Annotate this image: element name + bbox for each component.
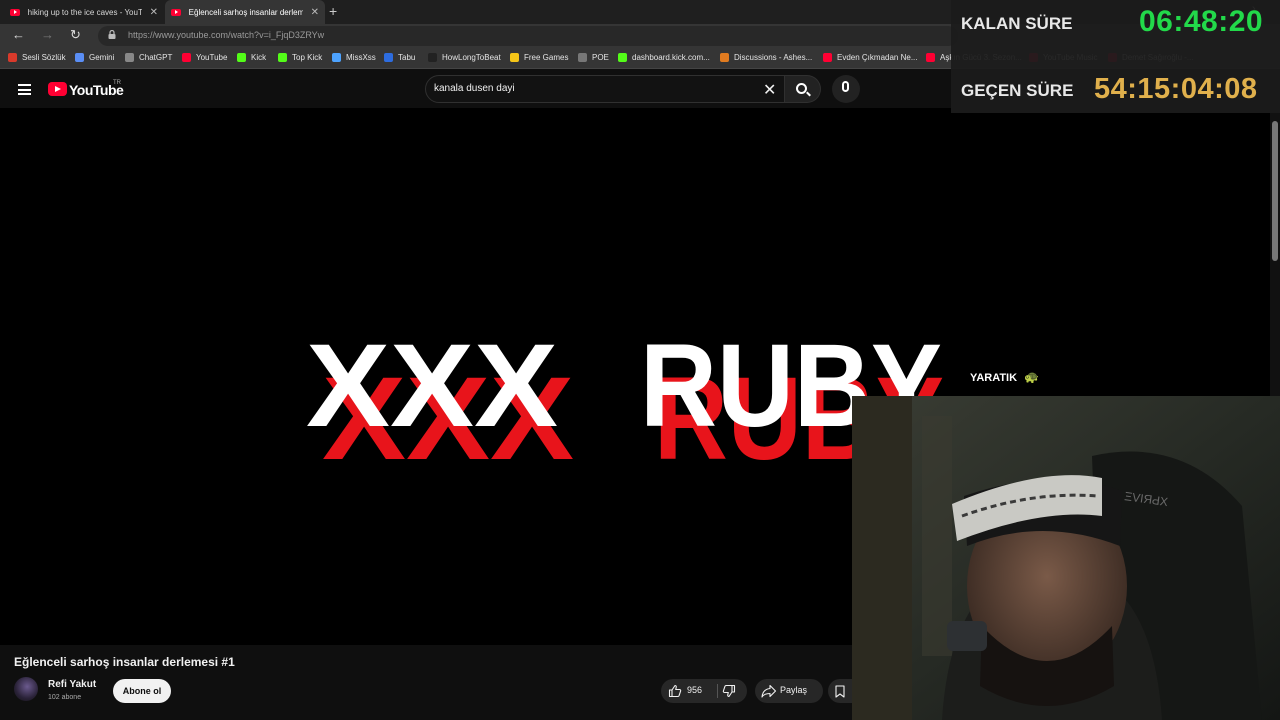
bookmark-label: Kick	[251, 53, 267, 62]
close-tab-icon[interactable]: ✕	[311, 7, 319, 18]
bookmark-label: HowLongToBeat	[442, 53, 501, 62]
bookmark-favicon-icon	[428, 53, 437, 62]
voice-search-button[interactable]	[832, 75, 860, 103]
browser-tab-active[interactable]: Eğlenceli sarhoş insanlar derlemesi #1 -…	[165, 0, 325, 24]
country-code: TR	[113, 80, 121, 86]
share-arrow-icon	[761, 684, 777, 698]
bookmark-label: Tabu	[398, 53, 416, 62]
remaining-time-label: KALAN SÜRE	[961, 14, 1073, 33]
bookmark-item[interactable]: Evden Çıkmadan Ne...	[823, 53, 917, 62]
subscribe-button[interactable]: Abone ol	[113, 679, 171, 703]
bookmark-label: Top Kick	[292, 53, 323, 62]
bookmark-label: MissXss	[346, 53, 376, 62]
bookmark-item[interactable]: Discussions - Ashes...	[720, 53, 812, 62]
bookmark-favicon-icon	[926, 53, 935, 62]
tab-title: hiking up to the ice caves - YouTube	[27, 7, 142, 17]
webcam-feed: ΞVIЯԀX	[852, 396, 1280, 720]
like-divider	[717, 684, 718, 698]
channel-name[interactable]: Refi Yakut	[48, 679, 96, 690]
bookmark-item[interactable]: dashboard.kick.com...	[618, 53, 710, 62]
elapsed-time-value: 54:15:04:08	[1094, 73, 1258, 105]
doorframe	[852, 396, 912, 720]
microphone-icon	[842, 81, 849, 92]
share-label: Paylaş	[780, 685, 808, 695]
video-info-panel: Eğlenceli sarhoş insanlar derlemesi #1 R…	[0, 645, 852, 720]
bookmark-favicon-icon	[182, 53, 191, 62]
lock-icon	[108, 30, 116, 39]
url-text: https://www.youtube.com/watch?v=i_FjqD3Z…	[128, 30, 325, 40]
thumbs-down-icon[interactable]	[722, 684, 736, 698]
bookmark-favicon-icon	[237, 53, 246, 62]
bookmark-item[interactable]: YouTube	[182, 53, 227, 62]
browser-tab[interactable]: hiking up to the ice caves - YouTube ✕	[4, 0, 164, 24]
channel-avatar[interactable]	[14, 677, 38, 701]
bookmark-item[interactable]: Kick	[237, 53, 266, 62]
search-icon	[796, 83, 807, 94]
bookmark-favicon-icon	[720, 53, 729, 62]
bookmark-favicon-icon	[8, 53, 17, 62]
bookmark-item[interactable]: Tabu	[384, 53, 415, 62]
bookmark-label: ChatGPT	[139, 53, 173, 62]
bookmark-favicon-icon	[823, 53, 832, 62]
share-button[interactable]: Paylaş	[755, 679, 823, 703]
elapsed-time-label: GEÇEN SÜRE	[961, 81, 1074, 100]
bookmark-favicon-icon	[510, 53, 519, 62]
close-tab-icon[interactable]: ✕	[150, 7, 158, 18]
new-tab-button[interactable]: +	[329, 3, 337, 19]
subscriber-count: 102 abone	[48, 694, 82, 701]
youtube-logo-icon[interactable]	[48, 82, 67, 96]
bookmark-favicon-icon	[332, 53, 341, 62]
address-bar[interactable]: https://www.youtube.com/watch?v=i_FjqD3Z…	[98, 26, 958, 46]
bookmark-label: Evden Çıkmadan Ne...	[837, 53, 918, 62]
forward-arrow-icon[interactable]: →	[41, 27, 54, 42]
bookmark-item[interactable]: HowLongToBeat	[428, 53, 501, 62]
bookmark-item[interactable]: Sesli Sözlük	[8, 53, 66, 62]
bookmark-label: Sesli Sözlük	[22, 53, 66, 62]
bookmark-icon	[835, 685, 845, 698]
thumbs-up-icon[interactable]	[668, 684, 682, 698]
back-arrow-icon[interactable]: ←	[12, 27, 25, 42]
bookmark-label: dashboard.kick.com...	[632, 53, 710, 62]
save-button[interactable]	[828, 679, 852, 703]
scrollbar-thumb[interactable]	[1272, 121, 1278, 261]
streamer-tag: YARATIK	[970, 372, 1018, 384]
bookmark-favicon-icon	[578, 53, 587, 62]
microphone-icon	[947, 621, 987, 651]
youtube-favicon-icon	[171, 8, 181, 16]
search-button[interactable]	[785, 75, 821, 103]
bookmark-item[interactable]: ChatGPT	[125, 53, 172, 62]
search-input[interactable]	[434, 83, 754, 94]
tab-title: Eğlenceli sarhoş insanlar derlemesi #1 -…	[188, 7, 303, 17]
frame-text-left: XXX	[306, 320, 558, 452]
door-edge	[922, 416, 952, 656]
bookmark-item[interactable]: MissXss	[332, 53, 376, 62]
bookmark-label: Discussions - Ashes...	[734, 53, 813, 62]
page-scrollbar[interactable]	[1270, 113, 1280, 396]
bookmark-label: Free Games	[524, 53, 569, 62]
bookmark-favicon-icon	[278, 53, 287, 62]
video-title: Eğlenceli sarhoş insanlar derlemesi #1	[14, 655, 235, 669]
bookmark-item[interactable]: Free Games	[510, 53, 568, 62]
bookmark-favicon-icon	[618, 53, 627, 62]
turtle-icon: 🐢	[1024, 370, 1039, 384]
stream-timer-panel: KALAN SÜRE 06:48:20 GEÇEN SÜRE 54:15:04:…	[951, 0, 1280, 113]
youtube-favicon-icon	[10, 8, 20, 16]
bookmark-favicon-icon	[75, 53, 84, 62]
bookmark-label: YouTube	[196, 53, 228, 62]
search-box[interactable]: ✕	[425, 75, 785, 103]
remaining-time-value: 06:48:20	[1139, 5, 1264, 38]
clear-search-icon[interactable]: ✕	[763, 80, 776, 100]
bookmark-item[interactable]: Gemini	[75, 53, 114, 62]
bookmark-favicon-icon	[384, 53, 393, 62]
bookmark-item[interactable]: POE	[578, 53, 609, 62]
hamburger-menu-icon[interactable]	[18, 84, 31, 95]
reload-icon[interactable]: ↻	[70, 27, 81, 43]
bookmark-favicon-icon	[125, 53, 134, 62]
like-dislike-group: 956	[661, 679, 747, 703]
like-count: 956	[687, 685, 703, 695]
webcam-image: ΞVIЯԀX	[852, 396, 1280, 720]
bookmark-label: Gemini	[89, 53, 115, 62]
bookmark-label: POE	[592, 53, 609, 62]
bookmark-item[interactable]: Top Kick	[278, 53, 322, 62]
